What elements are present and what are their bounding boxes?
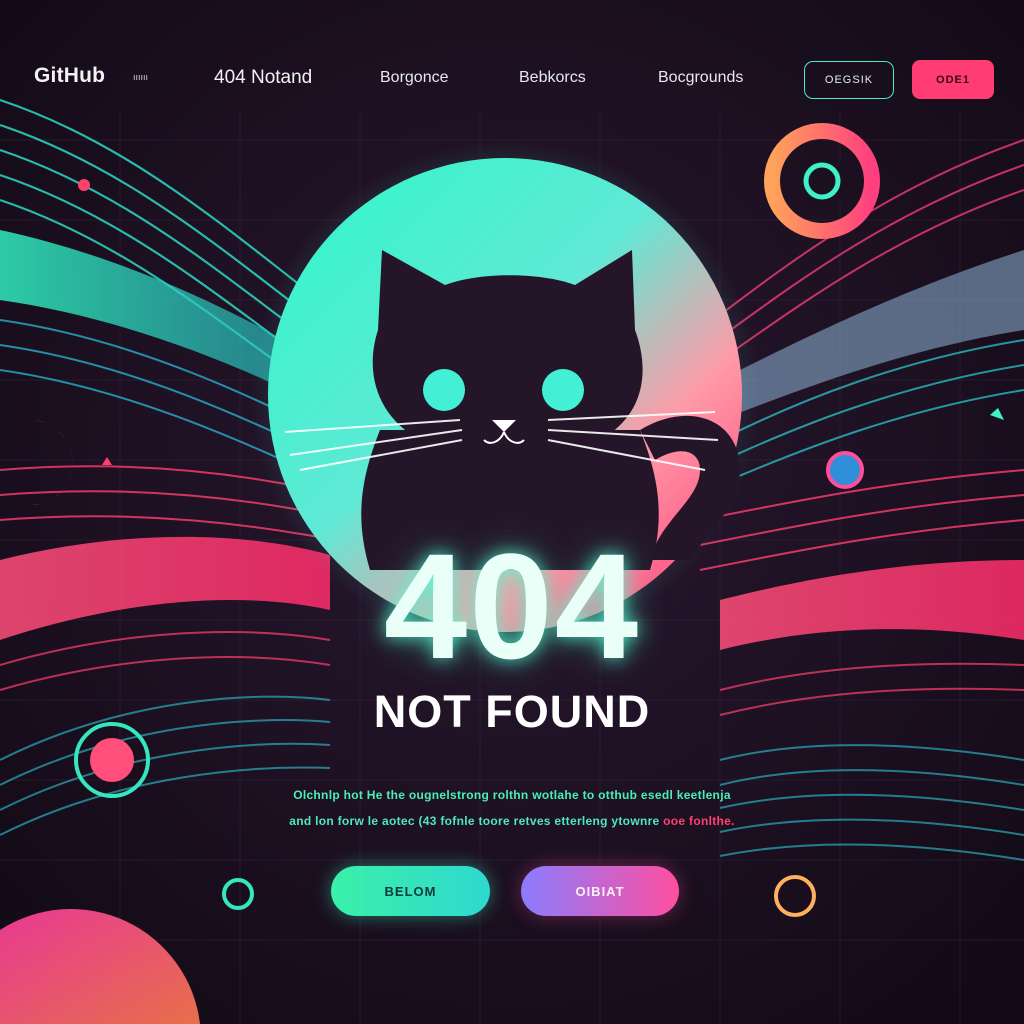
secondary-cta-button[interactable]: OIBIAT	[521, 866, 679, 916]
not-found-title: NOT FOUND	[373, 686, 651, 737]
description-line-1: Olchnlp hot He the ougnelstrong rolthn w…	[293, 788, 731, 802]
nav-link-4[interactable]: Bocgrounds	[658, 69, 743, 87]
description-line-2: and lon forw le aotec (43 fofnle toore r…	[200, 808, 824, 834]
sign-in-button[interactable]: OEGSIK	[804, 61, 894, 99]
sign-up-button[interactable]: ODE1	[912, 60, 994, 99]
cat-silhouette-icon	[284, 250, 740, 570]
brand-tagline: ıııııı	[133, 72, 149, 82]
description-highlight-link[interactable]: ooe fonlthe.	[663, 814, 735, 828]
error-code-heading: 404	[383, 522, 641, 690]
nav-link-404[interactable]: 404 Notand	[214, 67, 312, 89]
description-line-2-text: and lon forw le aotec (43 fofnle toore r…	[289, 814, 660, 828]
top-navigation: GitHub ıııııı 404 Notand Borgonce Bebkor…	[0, 0, 1024, 110]
brand-logo[interactable]: GitHub	[34, 64, 105, 88]
error-description: Olchnlp hot He the ougnelstrong rolthn w…	[200, 782, 824, 834]
nav-link-2[interactable]: Borgonce	[380, 69, 449, 87]
primary-cta-button[interactable]: BELOM	[331, 866, 490, 916]
nav-link-3[interactable]: Bebkorcs	[519, 69, 586, 87]
